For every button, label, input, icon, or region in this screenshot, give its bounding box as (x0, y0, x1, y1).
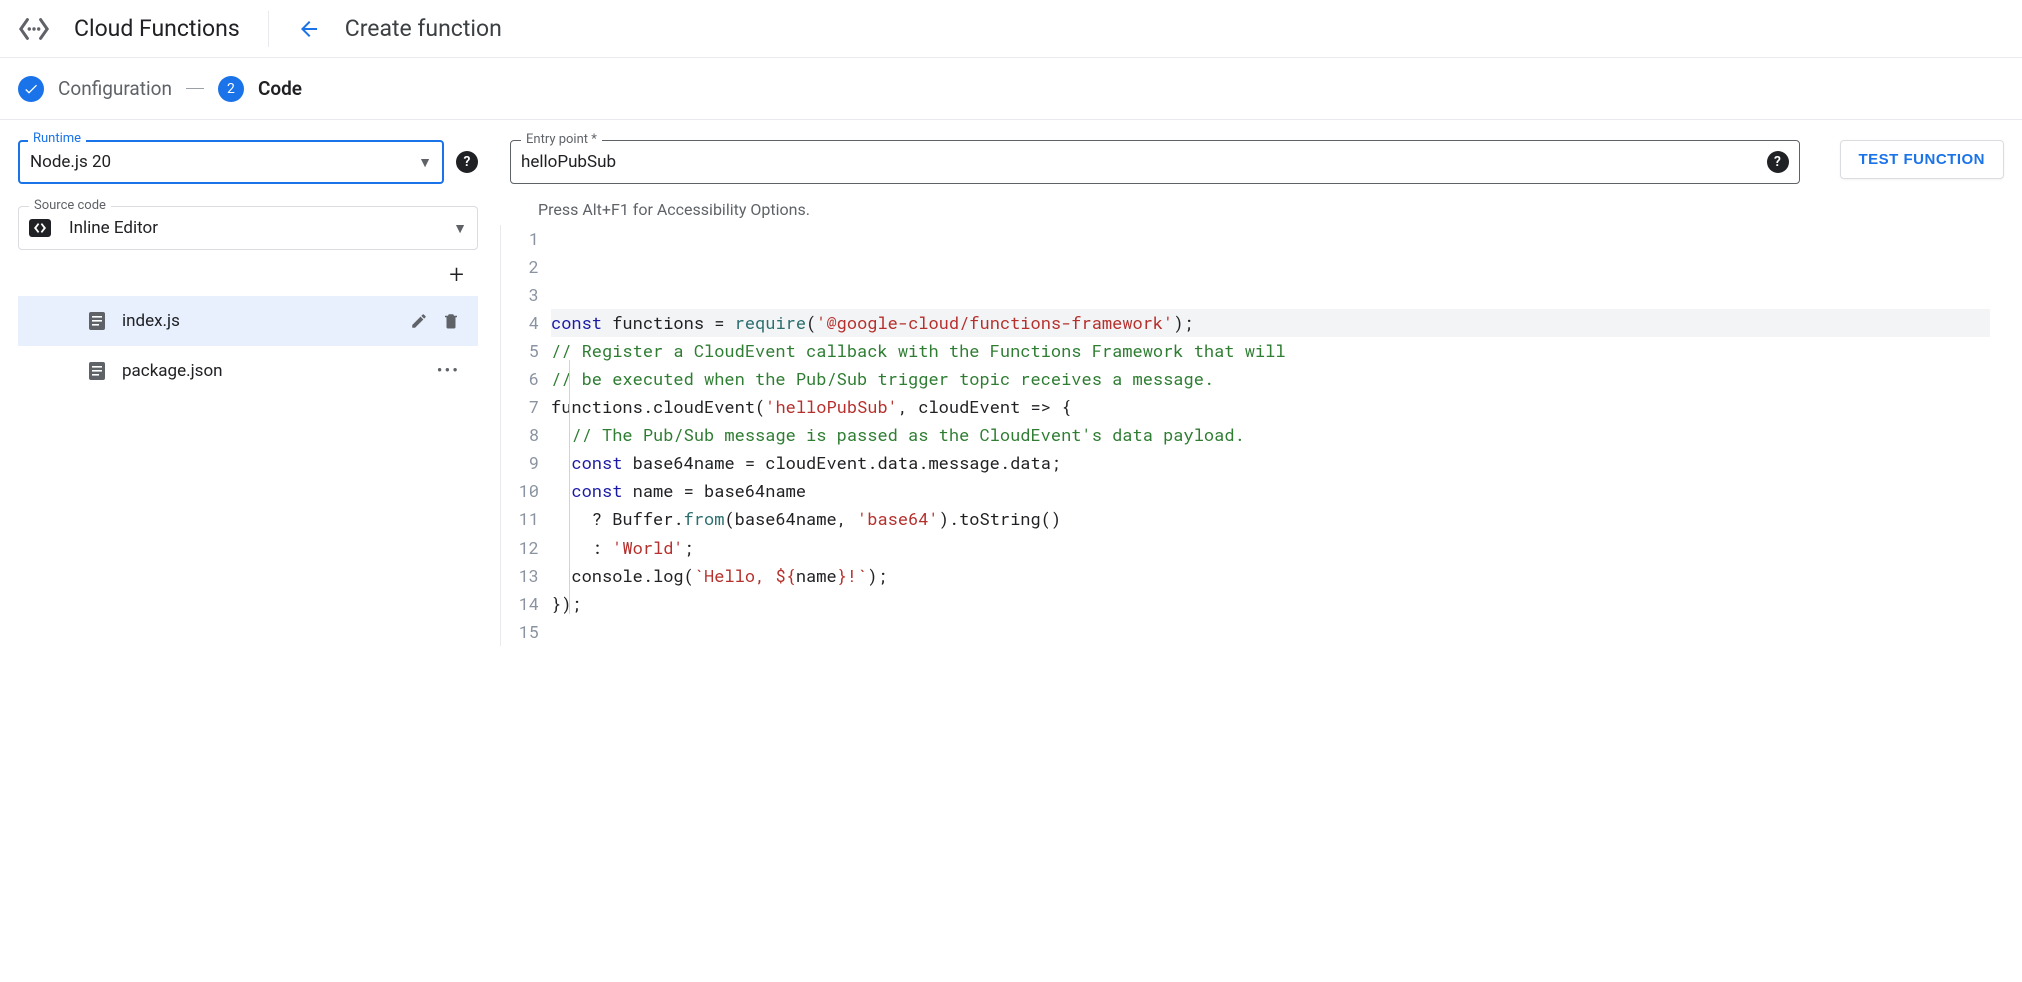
runtime-value: Node.js 20 (30, 152, 418, 172)
product-title: Cloud Functions (74, 15, 240, 42)
entry-point-help-icon[interactable]: ? (1767, 151, 1789, 173)
file-row[interactable]: package.json ••• (18, 346, 478, 396)
page-title: Create function (345, 15, 502, 42)
source-label: Source code (29, 198, 111, 213)
indent-guide (569, 360, 570, 614)
edit-icon[interactable] (410, 312, 428, 330)
entry-point-input[interactable] (521, 152, 1759, 172)
code-editor[interactable]: 123456789101112131415 const functions = … (500, 225, 2004, 646)
test-function-button[interactable]: TEST FUNCTION (1840, 140, 2005, 179)
header: Cloud Functions Create function (0, 0, 2022, 58)
source-value: Inline Editor (69, 218, 453, 238)
step1-label[interactable]: Configuration (58, 77, 172, 100)
inline-editor-icon (29, 219, 51, 237)
file-name: package.json (122, 361, 421, 381)
separator (268, 11, 269, 47)
delete-icon[interactable] (442, 312, 460, 330)
line-gutter: 123456789101112131415 (501, 225, 551, 646)
stepper: Configuration 2 Code (0, 58, 2022, 120)
file-row[interactable]: index.js (18, 296, 478, 346)
code-content[interactable]: const functions = require('@google-cloud… (551, 225, 2004, 646)
entry-point-input-wrap[interactable]: Entry point * ? (510, 140, 1800, 184)
back-arrow-icon[interactable] (297, 17, 321, 41)
step2-badge[interactable]: 2 (218, 76, 244, 102)
dropdown-arrow-icon: ▼ (453, 220, 467, 237)
runtime-help-icon[interactable]: ? (456, 151, 478, 173)
more-icon[interactable]: ••• (437, 361, 460, 381)
step-connector (186, 88, 204, 89)
runtime-label: Runtime (28, 131, 86, 146)
add-file-icon[interactable]: + (449, 260, 464, 290)
entry-point-label: Entry point * (521, 132, 602, 147)
step2-label[interactable]: Code (258, 77, 302, 100)
file-icon (88, 311, 106, 331)
step1-check-icon[interactable] (18, 76, 44, 102)
accessibility-hint: Press Alt+F1 for Accessibility Options. (510, 198, 2004, 225)
file-name: index.js (122, 311, 394, 331)
dropdown-arrow-icon: ▼ (418, 154, 432, 171)
runtime-select[interactable]: Node.js 20 ▼ (18, 140, 444, 184)
file-icon (88, 361, 106, 381)
cloud-functions-logo-icon (18, 15, 50, 43)
source-code-select[interactable]: Source code Inline Editor ▼ (18, 206, 478, 250)
